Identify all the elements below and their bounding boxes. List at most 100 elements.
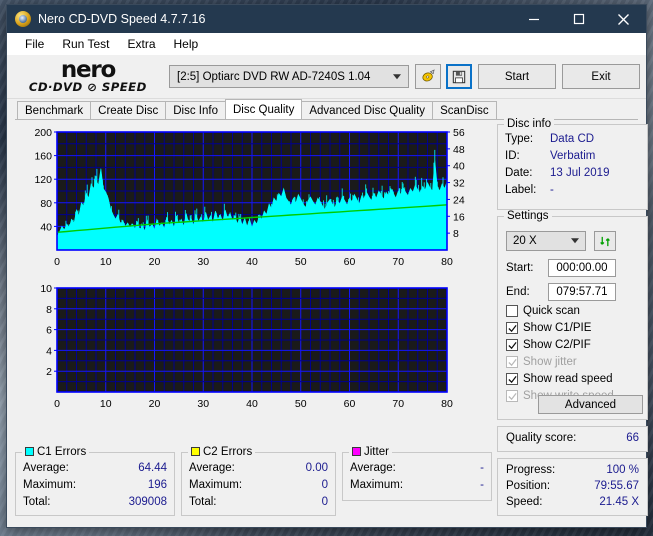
tab-disc-info[interactable]: Disc Info [165, 101, 226, 119]
c1-average-row: Average: 64.44 [23, 462, 167, 474]
drive-select[interactable]: [2:5] Optiarc DVD RW AD-7240S 1.04 [169, 65, 409, 88]
tab-scandisc[interactable]: ScanDisc [432, 101, 497, 119]
c1-maximum-row: Maximum: 196 [23, 479, 167, 491]
c2-errors-legend-text: C2 Errors [203, 446, 252, 458]
c1-average-value: 64.44 [138, 462, 167, 474]
floppy-save-icon [452, 70, 466, 84]
c1-maximum-value: 196 [148, 479, 167, 491]
progress-group: Progress: 100 % Position: 79:55.67 Speed… [497, 458, 648, 516]
scan-disc-button[interactable] [415, 64, 441, 89]
chevron-down-icon [393, 74, 401, 79]
minimize-button[interactable] [511, 5, 556, 33]
quality-score-label: Quality score: [506, 432, 576, 444]
end-input[interactable]: 079:57.71 [548, 283, 616, 301]
svg-text:60: 60 [344, 398, 356, 410]
drive-select-value: [2:5] Optiarc DVD RW AD-7240S 1.04 [177, 71, 370, 83]
exit-button[interactable]: Exit [562, 64, 640, 89]
disc-date-value: 13 Jul 2019 [550, 167, 609, 179]
c2-maximum-label: Maximum: [189, 479, 242, 491]
tab-disc-quality[interactable]: Disc Quality [225, 99, 302, 119]
quality-score-row: Quality score: 66 [506, 432, 639, 444]
start-input[interactable]: 000:00.00 [548, 259, 616, 277]
svg-text:30: 30 [197, 256, 209, 268]
c1-maximum-label: Maximum: [23, 479, 76, 491]
progress-label: Progress: [506, 464, 555, 476]
disc-scan-icon [421, 69, 436, 84]
disc-id-value: Verbatim [550, 150, 595, 162]
quality-score-group: Quality score: 66 [497, 426, 648, 452]
position-row: Position: 79:55.67 [506, 480, 639, 492]
c1-total-row: Total: 309008 [23, 496, 167, 508]
svg-text:20: 20 [149, 256, 161, 268]
checkbox-label: Show jitter [523, 356, 577, 368]
menu-item-run-test[interactable]: Run Test [53, 35, 118, 53]
tab-create-disc[interactable]: Create Disc [90, 101, 166, 119]
c2-maximum-row: Maximum: 0 [189, 479, 328, 491]
svg-text:10: 10 [100, 398, 112, 410]
check-icon [508, 341, 517, 350]
svg-text:80: 80 [40, 198, 52, 210]
quality-score-value: 66 [626, 432, 639, 444]
menu-bar: File Run Test Extra Help [7, 33, 646, 55]
menu-item-file[interactable]: File [16, 35, 53, 53]
jitter-group: Jitter Average: - Maximum: - [342, 452, 492, 501]
svg-text:8: 8 [46, 304, 52, 316]
position-label: Position: [506, 480, 550, 492]
svg-text:50: 50 [295, 398, 307, 410]
svg-text:50: 50 [295, 256, 307, 268]
c2-errors-chart: 2 4 6 8 10 0 10 20 30 40 50 60 70 80 [15, 280, 493, 416]
c2-total-label: Total: [189, 496, 217, 508]
checkbox-label: Show C2/PIF [523, 339, 591, 351]
disc-label-value: - [550, 184, 554, 196]
svg-text:16: 16 [453, 211, 465, 223]
maximize-button[interactable] [556, 5, 601, 33]
jitter-legend-text: Jitter [364, 446, 389, 458]
svg-text:70: 70 [392, 256, 404, 268]
toolbar: nero CD·DVD ⊘ SPEED [2:5] Optiarc DVD RW… [7, 55, 646, 99]
c2-errors-group: C2 Errors Average: 0.00 Maximum: 0 Total… [181, 452, 336, 516]
disc-type-label: Type: [505, 133, 533, 145]
checkbox-show-read-speed[interactable]: Show read speed [506, 373, 613, 385]
menu-item-extra[interactable]: Extra [118, 35, 164, 53]
checkbox-quick-scan[interactable]: Quick scan [506, 305, 580, 317]
tab-advanced-disc-quality[interactable]: Advanced Disc Quality [301, 101, 433, 119]
tab-benchmark[interactable]: Benchmark [17, 101, 91, 119]
c1-errors-chart: 40 80 120 160 200 8 16 24 32 40 48 56 0 10 20 30 40 50 60 7… [15, 124, 493, 276]
nero-logo: nero CD·DVD ⊘ SPEED [13, 57, 163, 97]
speed-label: Speed: [506, 496, 542, 508]
jitter-maximum-label: Maximum: [350, 479, 403, 491]
checkbox-box [506, 339, 518, 351]
c1-total-value: 309008 [129, 496, 167, 508]
c2-color-swatch [191, 447, 200, 456]
svg-text:56: 56 [453, 127, 465, 139]
jitter-maximum-row: Maximum: - [350, 479, 484, 491]
check-icon [508, 324, 517, 333]
logo-line-nero: nero [61, 60, 115, 81]
svg-text:0: 0 [54, 398, 60, 410]
c2-total-value: 0 [322, 496, 328, 508]
svg-text:60: 60 [344, 256, 356, 268]
checkbox-show-jitter: Show jitter [506, 356, 577, 368]
speed-row: Speed: 21.45 X [506, 496, 639, 508]
nero-disc-icon [15, 11, 31, 27]
speed-select[interactable]: 20 X [506, 231, 586, 251]
advanced-button[interactable]: Advanced [538, 395, 643, 414]
checkbox-show-c2-pif[interactable]: Show C2/PIF [506, 339, 591, 351]
jitter-average-value: - [480, 462, 484, 474]
save-button[interactable] [446, 64, 472, 89]
start-button[interactable]: Start [478, 64, 556, 89]
jitter-legend: Jitter [349, 446, 392, 458]
svg-text:40: 40 [453, 161, 465, 173]
c1-errors-group: C1 Errors Average: 64.44 Maximum: 196 To… [15, 452, 175, 516]
jitter-color-swatch [352, 447, 361, 456]
svg-text:80: 80 [441, 398, 453, 410]
progress-row: Progress: 100 % [506, 464, 639, 476]
svg-text:10: 10 [40, 283, 52, 295]
menu-item-help[interactable]: Help [165, 35, 208, 53]
checkbox-box [506, 322, 518, 334]
refresh-button[interactable] [594, 231, 616, 251]
jitter-average-label: Average: [350, 462, 396, 474]
checkbox-show-c1-pie[interactable]: Show C1/PIE [506, 322, 591, 334]
tab-bar: Benchmark Create Disc Disc Info Disc Qua… [7, 99, 646, 119]
close-button[interactable] [601, 5, 646, 33]
